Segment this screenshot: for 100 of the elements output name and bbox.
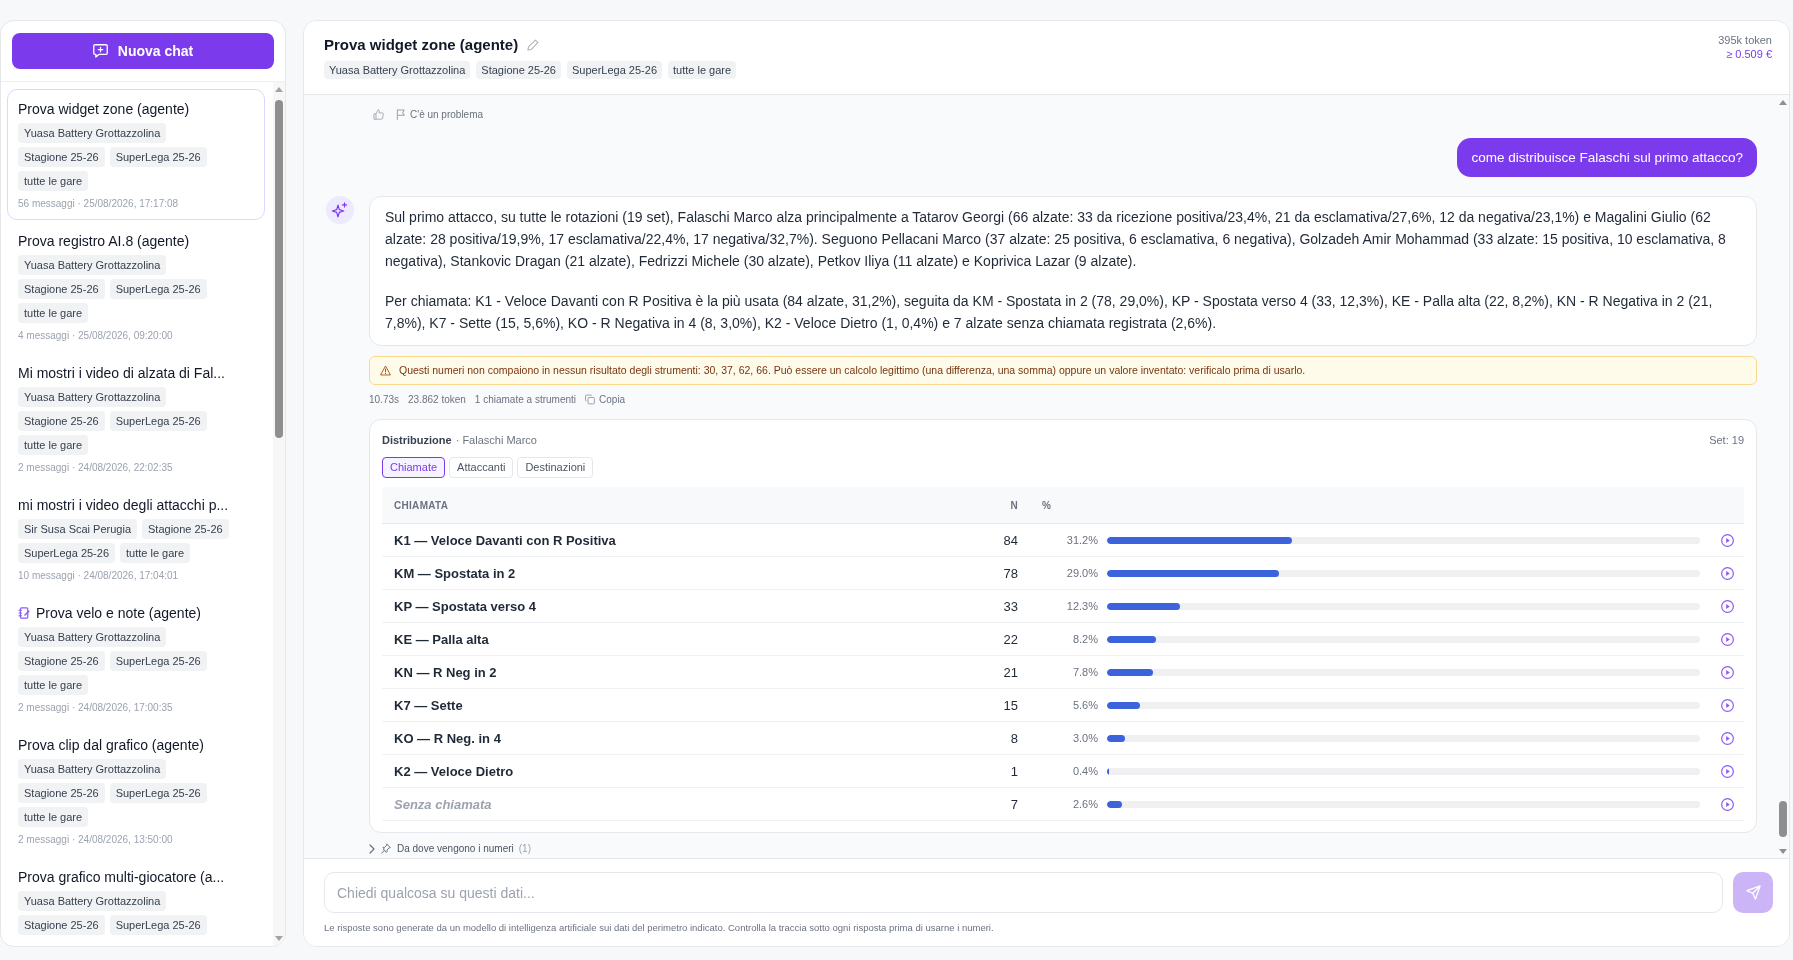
filter-tag: Yuasa Battery Grottazzolina xyxy=(18,627,167,647)
source-count: (1) xyxy=(518,843,531,854)
row-label: K2 — Veloce Dietro xyxy=(394,763,514,779)
scrollbar-thumb[interactable] xyxy=(275,100,283,438)
chat-list-item[interactable]: mi mostri i video degli attacchi p... Sir Susa Scai Perugia Stagione 25-26 SuperLega 25-26 tutte le gare 10 messaggi · 24/08/2026, 17:04:01 xyxy=(7,485,265,592)
chat-plus-icon xyxy=(92,44,108,58)
chat-title: Prova registro AI.8 (agente) xyxy=(18,232,190,251)
stat-text: 1 chiamate a strumenti xyxy=(474,393,577,406)
play-icon[interactable] xyxy=(1721,632,1734,646)
new-chat-button[interactable]: Nuova chat xyxy=(12,33,274,69)
chat-list-item[interactable]: Prova velo e note (agente) Yuasa Battery Grottazzolina Stagione 25-26 SuperLega 25-26 tutte le gare 2 messaggi · 24/08/2026, 17:00:35 xyxy=(7,593,265,724)
filter-tag: tutte le gare xyxy=(18,807,89,827)
tab[interactable]: Destinazioni xyxy=(517,457,594,478)
chat-list-item[interactable]: Prova widget zone (agente) Yuasa Battery Grottazzolina Stagione 25-26 SuperLega 25-26 tutte le gare 56 messaggi · 25/08/2026, 17:17:08 xyxy=(7,89,265,220)
chat-input[interactable]: Chiedi qualcosa su questi dati... xyxy=(324,872,1723,913)
tab[interactable]: Attaccanti xyxy=(449,457,514,478)
filter-tag: Stagione 25-26 xyxy=(18,411,105,431)
chat-list-item[interactable]: Mi mostri i video di alzata di Fal... Yuasa Battery Grottazzolina Stagione 25-26 SuperLega 25-26 tutte le gare 2 messaggi · 24/08/2026, 22:02:35 xyxy=(7,353,265,484)
chat-title: Mi mostri i video di alzata di Fal... xyxy=(18,364,225,383)
chat-title: Prova clip dal grafico (agente) xyxy=(18,736,204,755)
play-icon[interactable] xyxy=(1721,731,1734,745)
widget-title: Distribuzione xyxy=(382,433,452,446)
percent-value: 31.2% xyxy=(1066,534,1098,546)
filter-tag: Yuasa Battery Grottazzolina xyxy=(18,891,167,911)
tab[interactable]: Chiamate xyxy=(382,457,446,478)
filter-tag: SuperLega 25-26 xyxy=(109,915,207,935)
filter-tag: SuperLega 25-26 xyxy=(18,543,115,563)
thumbs-up-icon[interactable] xyxy=(373,108,384,120)
scroll-down-icon[interactable] xyxy=(1779,849,1787,854)
play-icon[interactable] xyxy=(1721,665,1734,679)
chat-title: Prova grafico multi-giocatore (a... xyxy=(18,868,225,887)
copy-icon xyxy=(585,394,596,405)
conversation-title: Prova widget zone (agente) xyxy=(324,35,519,55)
chat-meta: 2 messaggi · 24/08/2026, 13:50:00 xyxy=(18,833,174,846)
row-label: KE — Palla alta xyxy=(394,631,489,647)
count-value: 7 xyxy=(1010,796,1018,812)
stat-text: 23.862 token xyxy=(408,393,466,406)
filter-tag: Stagione 25-26 xyxy=(18,147,105,167)
scroll-up-icon[interactable] xyxy=(275,87,283,92)
filter-tag: Stagione 25-26 xyxy=(18,279,105,299)
percent-value: 3.0% xyxy=(1072,732,1098,744)
chat-list-item[interactable]: Prova registro AI.8 (agente) Yuasa Battery Grottazzolina Stagione 25-26 SuperLega 25-26 tutte le gare 4 messaggi · 25/08/2026, 09:20:00 xyxy=(7,221,265,352)
chat-list-item[interactable]: Prova clip dal grafico (agente) Yuasa Battery Grottazzolina Stagione 25-26 SuperLega 25-26 tutte le gare 2 messaggi · 24/08/2026, 13:50:00 xyxy=(7,725,265,856)
set-count: Set: 19 xyxy=(1709,433,1744,446)
filter-tag: Stagione 25-26 xyxy=(142,519,229,539)
filter-tag: tutte le gare xyxy=(120,543,191,563)
filter-tag: tutte le gare xyxy=(18,675,89,695)
filter-tag: Yuasa Battery Grottazzolina xyxy=(18,123,167,143)
percent-value: 5.6% xyxy=(1072,699,1098,711)
widget-subtitle: · Falaschi Marco xyxy=(455,433,537,446)
play-icon[interactable] xyxy=(1721,698,1734,712)
scroll-up-icon[interactable] xyxy=(1779,100,1787,105)
chat-title: Prova velo e note (agente) xyxy=(36,604,201,623)
sources-toggle[interactable]: Da dove vengono i numeri xyxy=(369,842,514,855)
filter-tag: Yuasa Battery Grottazzolina xyxy=(18,759,167,779)
notebook-icon xyxy=(18,607,30,619)
count-value: 33 xyxy=(1003,598,1018,614)
column-header: % xyxy=(1042,499,1052,511)
filter-tag: SuperLega 25-26 xyxy=(109,411,207,431)
percent-value: 0.4% xyxy=(1072,765,1098,777)
copy-button[interactable]: Copia xyxy=(585,393,626,406)
percent-value: 7.8% xyxy=(1072,666,1098,678)
send-icon xyxy=(1745,885,1761,900)
percent-value: 8.2% xyxy=(1072,633,1098,645)
pin-icon xyxy=(381,843,391,854)
filter-tag: SuperLega 25-26 xyxy=(109,147,207,167)
row-label: KO — R Neg. in 4 xyxy=(394,730,501,746)
chat-meta: 4 messaggi · 25/08/2026, 09:20:00 xyxy=(18,329,174,342)
filter-tag: SuperLega 25-26 xyxy=(109,783,207,803)
filter-tag: tutte le gare xyxy=(18,303,89,323)
chat-list-item[interactable]: Prova grafico multi-giocatore (a... Yuasa Battery Grottazzolina Stagione 25-26 SuperLega 25-26 xyxy=(7,857,265,945)
count-value: 8 xyxy=(1010,730,1018,746)
play-icon[interactable] xyxy=(1721,599,1734,613)
play-icon[interactable] xyxy=(1721,566,1734,580)
filter-tag: Stagione 25-26 xyxy=(18,783,105,803)
sparkle-icon xyxy=(326,196,354,224)
row-label: KN — R Neg in 2 xyxy=(394,664,497,680)
chat-meta: 10 messaggi · 24/08/2026, 17:04:01 xyxy=(18,569,180,582)
flag-icon xyxy=(396,108,406,120)
play-icon[interactable] xyxy=(1721,764,1734,778)
count-value: 22 xyxy=(1003,631,1018,647)
filter-tag: SuperLega 25-26 xyxy=(109,279,207,299)
play-icon[interactable] xyxy=(1721,533,1734,547)
scroll-down-icon[interactable] xyxy=(275,936,283,941)
row-label: KM — Spostata in 2 xyxy=(394,565,516,581)
cost-estimate: ≥ 0.509 € xyxy=(1725,47,1772,61)
filter-tag: Stagione 25-26 xyxy=(18,651,105,671)
scrollbar-thumb[interactable] xyxy=(1779,801,1787,837)
report-button[interactable]: C'è un problema xyxy=(396,107,484,121)
count-value: 15 xyxy=(1003,697,1018,713)
chat-meta: 2 messaggi · 24/08/2026, 17:00:35 xyxy=(18,701,174,714)
filter-tag: Yuasa Battery Grottazzolina xyxy=(18,387,167,407)
play-icon[interactable] xyxy=(1721,797,1734,811)
warning-text: Questi numeri non compaiono in nessun risultato degli strumenti: 30, 37, 62, 66. Può essere un calcolo legittimo (una differenza, una somma) oppure un valore inventato: verificalo prima di usarlo. xyxy=(399,363,1306,378)
message-paragraph: Per chiamata: K1 - Veloce Davanti con R Positiva è la più usata (84 alzate, 31,2%), seguita da KM - Spostata in 2 (78, 29,0%), KP - Spostata verso 4 (33, 12,3%), KE - Palla alta (22, 8,2%), KN - R Negativa in 2 (21, 7,8%), K7 - Sette (15, 5,6%), KO - R Negativa in 4 (8, 3,0%), K2 - Veloce Dietro (1, 0,4%) e 7 alzate senza chiamata registrata (2,6%). xyxy=(385,292,1714,333)
filter-tag: Stagione 25-26 xyxy=(18,915,105,935)
percent-value: 29.0% xyxy=(1066,567,1098,579)
chat-title: Prova widget zone (agente) xyxy=(18,100,190,119)
filter-tag: Stagione 25-26 xyxy=(476,61,561,79)
disclaimer-text: Le risposte sono generate da un modello di intelligenza artificiale sui dati del perimetro indicato. Controlla la traccia sotto ogni risposta prima di usarne i numeri. xyxy=(324,922,995,934)
